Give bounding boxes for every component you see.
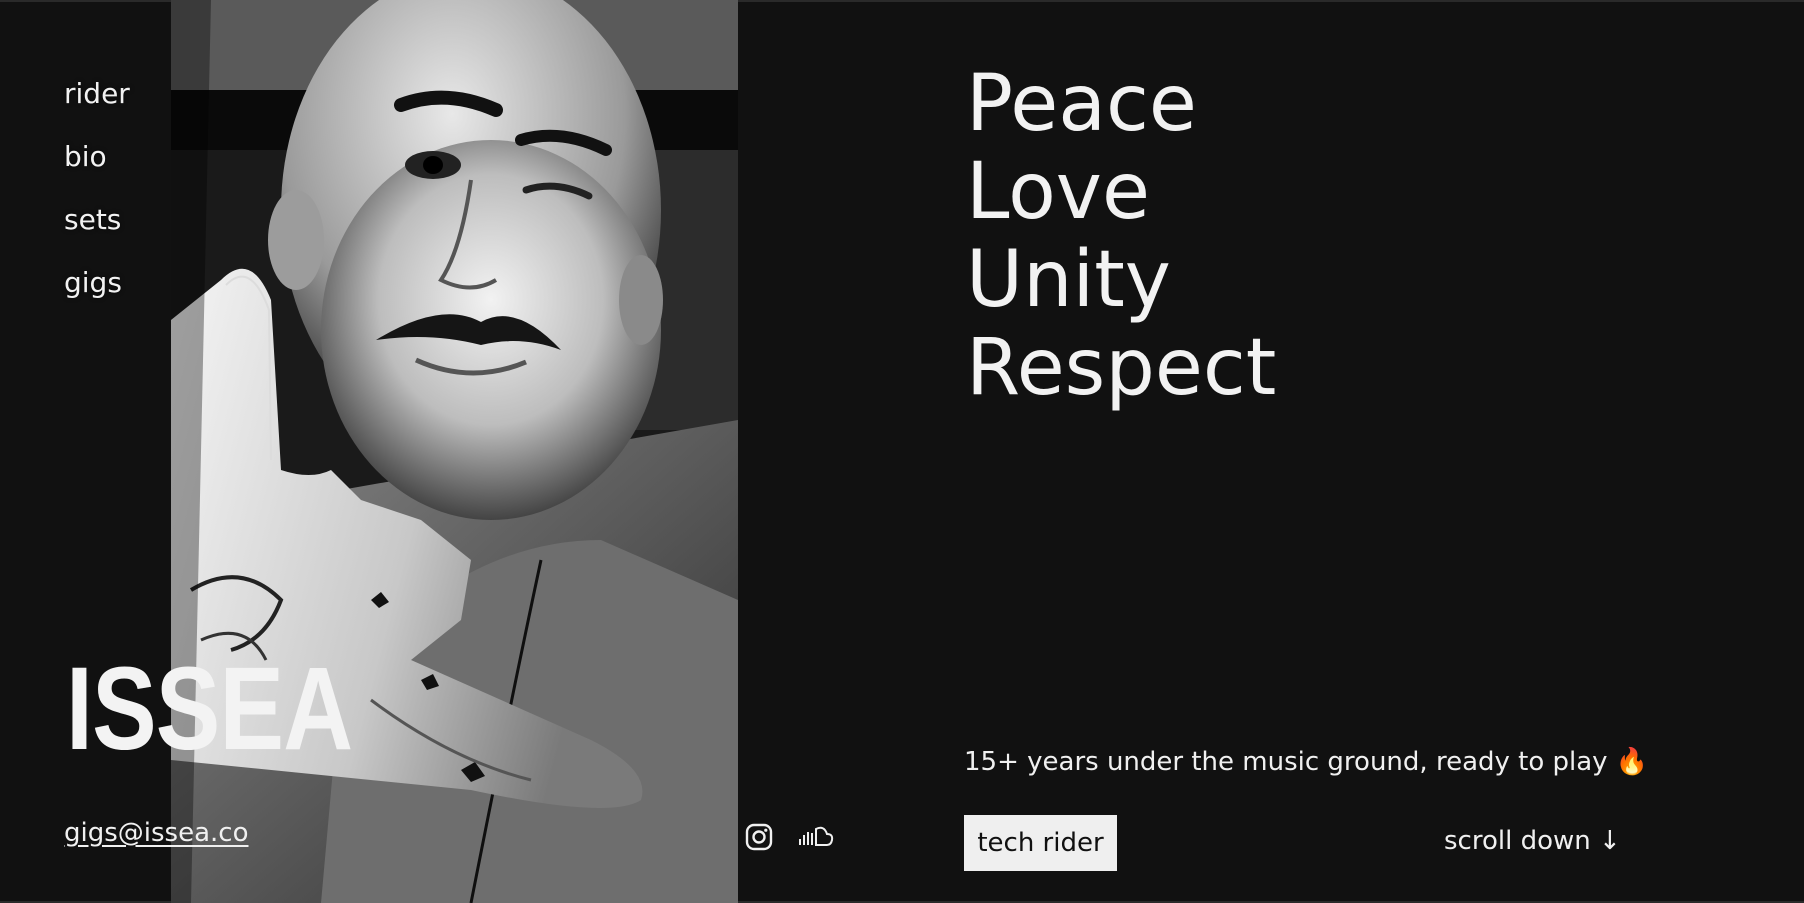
scroll-down-link[interactable]: scroll down ↓ xyxy=(1444,826,1621,856)
tagline-text: 15+ years under the music ground, ready … xyxy=(964,747,1608,777)
headline-line: Love xyxy=(966,147,1150,237)
hero-tagline: 15+ years under the music ground, ready … xyxy=(964,747,1648,777)
fire-icon: 🔥 xyxy=(1615,747,1649,777)
headline-line: Respect xyxy=(966,323,1277,413)
headline-line: Peace xyxy=(966,59,1197,149)
main-nav: rider bio sets gigs xyxy=(64,62,130,314)
nav-item-bio[interactable]: bio xyxy=(64,125,130,188)
contact-email-link[interactable]: gigs@issea.co xyxy=(64,818,249,848)
instagram-icon[interactable] xyxy=(744,822,774,856)
headline-line: Unity xyxy=(966,235,1171,325)
nav-item-sets[interactable]: sets xyxy=(64,188,130,251)
hero-headline: Peace Love Unity Respect xyxy=(966,60,1276,412)
nav-item-gigs[interactable]: gigs xyxy=(64,251,130,314)
nav-item-rider[interactable]: rider xyxy=(64,62,130,125)
tech-rider-button[interactable]: tech rider xyxy=(964,815,1117,871)
soundcloud-icon[interactable] xyxy=(798,822,834,854)
artist-name: ISSEA xyxy=(66,643,353,775)
